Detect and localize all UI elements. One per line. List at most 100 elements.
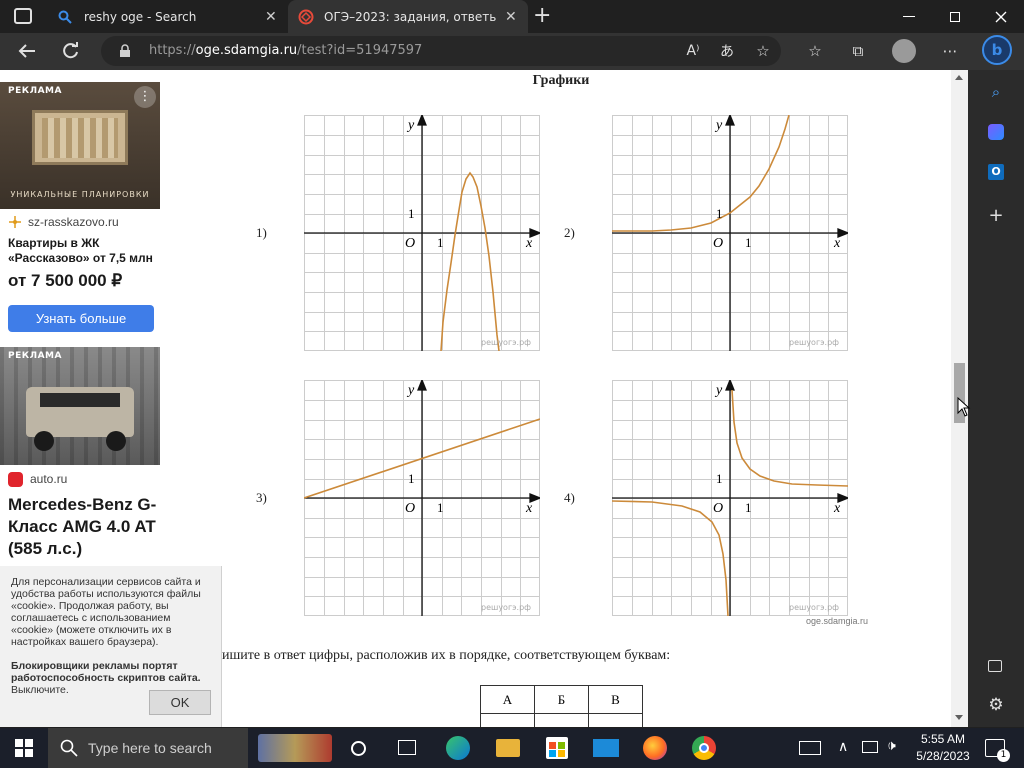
cookie-text: Для персонализации сервисов сайта и удоб… [11, 576, 201, 648]
tab-actions-icon[interactable] [14, 8, 32, 24]
back-button[interactable] [15, 39, 39, 63]
watermark: решуогэ.рф [481, 603, 531, 612]
volume-icon[interactable]: 🕩 [887, 738, 896, 754]
ad-image-apartments[interactable]: РЕКЛАМА ⋮ УНИКАЛЬНЫЕ ПЛАНИРОВКИ [0, 82, 160, 209]
taskbar: Type here to search ∧ 🕩 5:55 AM 5/28/202… [0, 728, 1024, 768]
read-aloud-icon[interactable]: A⁾ [681, 39, 705, 63]
favorites-icon[interactable]: ☆ [803, 39, 827, 63]
tab-close-button[interactable]: ✕ [505, 9, 517, 25]
mouse-cursor [957, 397, 971, 417]
tab-title: ОГЭ–2023: задания, ответы, реш [324, 9, 496, 24]
curve [440, 171, 500, 351]
task-view-icon[interactable] [398, 740, 416, 755]
bing-chat-icon[interactable]: b [982, 35, 1012, 65]
mail-icon[interactable] [593, 739, 619, 757]
sidebar-settings-icon[interactable]: ⚙ [984, 693, 1008, 717]
more-menu-icon[interactable]: ⋯ [938, 39, 962, 63]
graph-label: 1) [256, 225, 267, 240]
ad-source[interactable]: sz-rasskazovo.ru [28, 215, 119, 229]
file-explorer-icon[interactable] [496, 739, 520, 757]
clock-time: 5:55 AM [920, 732, 966, 746]
graph-3: y x O 1 1 решуогэ.рф [304, 380, 540, 616]
sidebar-bing-icon[interactable] [988, 124, 1004, 140]
address-bar[interactable]: https://oge.sdamgia.ru/test?id=51947597 … [101, 36, 781, 66]
ad-source[interactable]: auto.ru [30, 472, 67, 486]
show-hidden-icons[interactable]: ∧ [838, 739, 848, 755]
ad-caption: УНИКАЛЬНЫЕ ПЛАНИРОВКИ [10, 190, 150, 199]
scroll-down-arrow[interactable] [955, 715, 963, 720]
answer-table: А Б В [480, 685, 643, 727]
axis-label-x: x [833, 501, 841, 516]
notification-button[interactable]: 1 [985, 739, 1010, 762]
graph-label: 4) [564, 490, 575, 505]
ad-price: от 7 500 000 ₽ [8, 271, 123, 290]
tab-oge[interactable]: ОГЭ–2023: задания, ответы, реш ✕ [288, 0, 528, 33]
ad-title[interactable]: Mercedes-Benz G-Класс AMG 4.0 AT (585 л.… [8, 494, 158, 560]
graph-1: y x O 1 1 решуогэ.рф [304, 115, 540, 351]
watermark: решуогэ.рф [481, 338, 531, 347]
answer-header: Б [534, 685, 589, 714]
adblock-disable-link[interactable]: Выключите. [11, 684, 69, 696]
clock-date: 5/28/2023 [916, 749, 970, 763]
chrome-icon[interactable] [692, 736, 716, 760]
sidebar-layout-icon[interactable] [988, 660, 1002, 672]
firefox-icon[interactable] [643, 736, 667, 760]
origin-label: O [713, 501, 723, 516]
sz-logo-icon [9, 216, 21, 228]
tab-strip: reshy oge - Search ✕ ОГЭ–2023: задания, … [0, 0, 1024, 33]
answer-cell[interactable] [534, 713, 589, 727]
cookie-ok-button[interactable]: OK [149, 690, 211, 715]
cortana-icon[interactable] [351, 741, 366, 756]
edge-taskbar-icon[interactable] [446, 736, 470, 760]
axis-label-y: y [406, 383, 415, 398]
scroll-up-arrow[interactable] [955, 75, 963, 80]
edge-sidebar: ⌕ O + ⚙ [968, 70, 1024, 727]
answer-cell[interactable] [480, 713, 535, 727]
network-icon[interactable] [862, 741, 878, 753]
new-tab-button[interactable]: + [533, 3, 551, 28]
answer-header: А [480, 685, 535, 714]
axis-label-y: y [714, 118, 723, 133]
tab-close-button[interactable]: ✕ [265, 9, 277, 25]
tick-label-y: 1 [716, 471, 723, 486]
minimize-button[interactable] [886, 0, 932, 33]
windows-start-icon[interactable] [15, 739, 33, 757]
tick-label-x: 1 [745, 235, 752, 250]
translate-icon[interactable]: あ [715, 39, 739, 63]
axis-label-x: x [525, 501, 533, 516]
refresh-icon [63, 42, 78, 59]
ad-menu-icon[interactable]: ⋮ [134, 86, 156, 108]
tab-search[interactable]: reshy oge - Search ✕ [48, 0, 288, 33]
ad-badge: РЕКЛАМА [8, 86, 62, 96]
ad-learn-more-button[interactable]: Узнать больше [8, 305, 154, 332]
collections-icon[interactable]: ⧉ [846, 39, 870, 63]
task-instruction: ишите в ответ цифры, расположив их в пор… [222, 648, 671, 663]
keyboard-icon[interactable] [799, 741, 821, 755]
graph-label: 2) [564, 225, 575, 240]
profile-avatar[interactable] [892, 39, 916, 63]
sidebar-search-icon[interactable]: ⌕ [984, 80, 1008, 104]
autoru-logo-icon [8, 472, 23, 487]
add-favorite-icon[interactable]: ☆ [751, 39, 775, 63]
answer-cell[interactable] [588, 713, 643, 727]
tick-label-y: 1 [716, 206, 723, 221]
taskbar-search-box[interactable]: Type here to search [48, 728, 248, 768]
page-content: РЕКЛАМА ⋮ УНИКАЛЬНЫЕ ПЛАНИРОВКИ sz-rassk… [0, 70, 968, 727]
tick-label-x: 1 [437, 235, 444, 250]
search-highlight-icon[interactable] [258, 734, 332, 762]
store-icon[interactable] [546, 737, 568, 759]
ad-image-car[interactable]: РЕКЛАМА [0, 347, 160, 465]
answer-header: В [588, 685, 643, 714]
sidebar-outlook-icon[interactable]: O [988, 164, 1004, 180]
ad-title[interactable]: Квартиры в ЖК «Рассказово» от 7,5 млн [8, 236, 160, 266]
taskbar-search-placeholder: Type here to search [88, 740, 212, 756]
clock[interactable]: 5:55 AM 5/28/2023 [913, 731, 973, 765]
search-icon [58, 10, 72, 24]
axes [304, 115, 540, 351]
close-icon [995, 11, 1007, 22]
tick-label-y: 1 [408, 206, 415, 221]
sidebar-add-icon[interactable]: + [984, 203, 1008, 227]
refresh-button[interactable] [59, 39, 83, 63]
close-window-button[interactable] [978, 0, 1024, 33]
restore-button[interactable] [932, 0, 978, 33]
